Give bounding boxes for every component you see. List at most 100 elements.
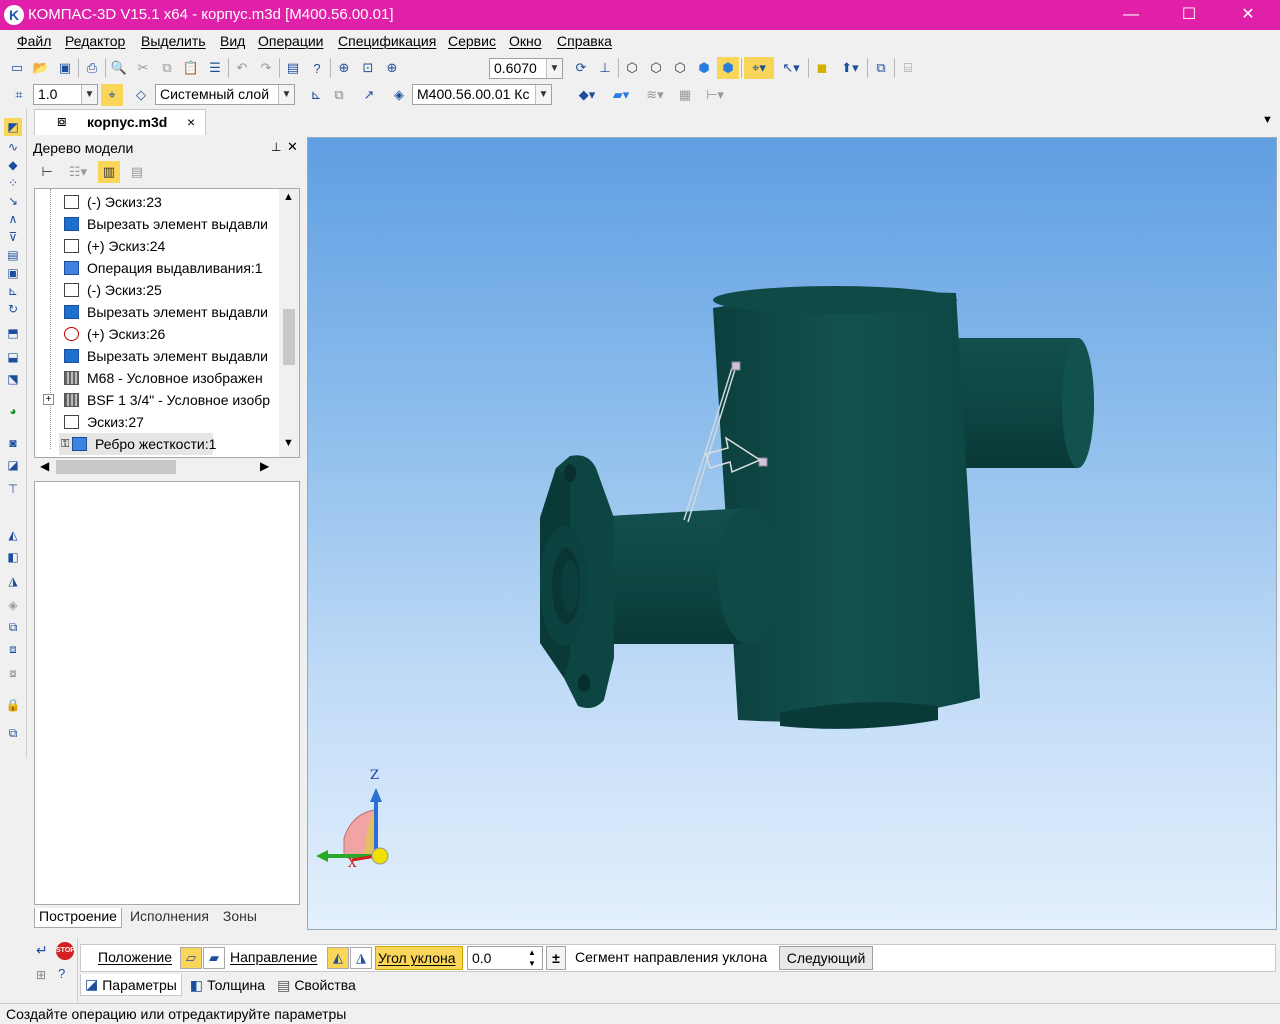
spin-up-icon[interactable]: ▲: [528, 947, 536, 958]
print-icon[interactable]: ⎙: [81, 57, 103, 79]
tree-item[interactable]: (-) Эскиз:25: [35, 279, 285, 301]
fillet-icon[interactable]: ◪: [4, 456, 22, 474]
help-pointer-icon[interactable]: ?: [306, 57, 328, 79]
scroll-right-icon[interactable]: ▶: [260, 459, 269, 473]
expand-icon[interactable]: +: [43, 394, 54, 405]
chevron-down-icon[interactable]: ▼: [278, 85, 294, 104]
cut-tool-icon[interactable]: ◙: [4, 434, 22, 452]
position-reverse-icon[interactable]: ▰: [203, 947, 225, 969]
maximize-button[interactable]: ☐: [1166, 0, 1212, 30]
loft-icon[interactable]: ◕: [4, 402, 22, 420]
dimension-icon[interactable]: ⊢▾: [700, 84, 730, 106]
minimize-button[interactable]: —: [1108, 0, 1154, 30]
chevron-down-icon[interactable]: ▼: [535, 85, 551, 104]
hidden-thin-icon[interactable]: ⬡: [669, 57, 691, 79]
tree-structure-icon[interactable]: ⊢: [36, 161, 58, 183]
halftone-edges-icon[interactable]: ⬢: [717, 57, 739, 79]
tree-hscroll[interactable]: ◀ ▶: [34, 458, 300, 476]
kinematic-icon[interactable]: ⬔: [4, 370, 22, 388]
copy-icon[interactable]: ⧉: [156, 57, 178, 79]
model-3d-view[interactable]: [308, 138, 1278, 931]
plus-minus-icon[interactable]: ±: [546, 946, 566, 970]
model-viewport[interactable]: Z X: [307, 137, 1277, 930]
tab-construction[interactable]: Построение: [34, 908, 122, 928]
layers-list-icon[interactable]: ≋▾: [640, 84, 670, 106]
boolean-icon[interactable]: ⧇: [4, 664, 22, 682]
scroll-down-icon[interactable]: ▼: [283, 437, 294, 449]
stop-icon[interactable]: STOP: [56, 942, 75, 960]
chevron-down-icon[interactable]: ▼: [81, 85, 97, 104]
menu-specification[interactable]: Спецификация: [338, 33, 436, 49]
tree-vertical-scrollbar[interactable]: ▲ ▼: [279, 189, 299, 457]
redo-icon[interactable]: ↷: [255, 57, 277, 79]
library-icon[interactable]: ⧉: [870, 57, 892, 79]
spec-icon[interactable]: ▤: [4, 246, 22, 264]
tree-item-selected[interactable]: ⚿ Ребро жесткости:1: [59, 433, 216, 455]
optics-icon[interactable]: ▰▾: [606, 84, 636, 106]
tree-display-icon[interactable]: ☷▾: [64, 161, 92, 183]
layer-select[interactable]: Системный слой ▼: [155, 84, 295, 105]
open-document-icon[interactable]: 📂: [30, 57, 52, 79]
incline-icon[interactable]: ◮: [4, 572, 22, 590]
measure-tool-icon[interactable]: ↻: [4, 300, 22, 318]
draft-angle-label[interactable]: Угол уклона: [375, 946, 463, 970]
copy-tool-icon[interactable]: ⧈: [4, 640, 22, 658]
layer-icon[interactable]: ◇: [130, 84, 152, 106]
menu-service[interactable]: Сервис: [448, 33, 496, 49]
direction-reverse-icon[interactable]: ◮: [350, 947, 372, 969]
tree-item[interactable]: (+) Эскиз:26: [35, 323, 285, 345]
designation-icon[interactable]: ◈: [388, 84, 410, 106]
lock-icon[interactable]: 🔒: [4, 696, 22, 714]
manager-icon[interactable]: ▤: [282, 57, 304, 79]
orientation-icon[interactable]: ⊥: [594, 57, 616, 79]
aux-geometry-icon[interactable]: ∧: [4, 210, 22, 228]
pointer-options-icon[interactable]: ↖▾: [776, 57, 806, 79]
tab-list-chevron-icon[interactable]: ▼: [1262, 114, 1273, 126]
menu-operations[interactable]: Операции: [258, 33, 324, 49]
menu-view[interactable]: Вид: [220, 33, 245, 49]
rib-tool-icon[interactable]: ⊤: [4, 480, 22, 498]
designation-select[interactable]: М400.56.00.01 Кс ▼: [412, 84, 552, 105]
cut-icon[interactable]: ✂: [132, 57, 154, 79]
create-object-icon[interactable]: ↵: [36, 942, 48, 959]
measure-icon[interactable]: ⌸: [897, 57, 919, 79]
color-icon[interactable]: ◆▾: [572, 84, 602, 106]
close-panel-icon[interactable]: ✕: [287, 139, 298, 155]
orient-icon[interactable]: ↗: [358, 84, 380, 106]
draft-angle-field[interactable]: 0.0 ▲ ▼: [467, 946, 543, 970]
reports-icon[interactable]: ▣: [4, 264, 22, 282]
tab-thickness[interactable]: ◧ Толщина: [186, 977, 269, 994]
surfaces-icon[interactable]: ◆: [4, 156, 22, 174]
dimensions-icon[interactable]: ⊾: [4, 282, 22, 300]
zoom-all-icon[interactable]: ⊡: [357, 57, 379, 79]
menu-window[interactable]: Окно: [509, 33, 542, 49]
rotate-tool-icon[interactable]: ⬓: [4, 348, 22, 366]
tab-executions[interactable]: Исполнения: [122, 908, 217, 928]
close-tab-icon[interactable]: ×: [187, 114, 195, 130]
pin-panel-icon[interactable]: ⊞: [36, 968, 46, 982]
properties-icon[interactable]: ☰: [204, 57, 226, 79]
tree-item[interactable]: (-) Эскиз:23: [35, 191, 285, 213]
sheet-icon[interactable]: ▦: [674, 84, 696, 106]
wireframe-icon[interactable]: ⬡: [621, 57, 643, 79]
cs-list-icon[interactable]: ⧉: [328, 84, 350, 106]
rotate-icon[interactable]: ⟳: [570, 57, 592, 79]
tab-parameters[interactable]: ◪ Параметры: [80, 974, 182, 996]
tab-properties[interactable]: ▤ Свойства: [273, 977, 360, 994]
menu-select[interactable]: Выделить: [141, 33, 206, 49]
step-field[interactable]: 1.0 ▼: [33, 84, 98, 105]
paste-icon[interactable]: 📋: [180, 57, 202, 79]
section-icon[interactable]: ◈: [4, 596, 22, 614]
shell-icon[interactable]: ◭: [4, 526, 22, 544]
close-window-button[interactable]: ✕: [1225, 0, 1271, 30]
edit-part-icon[interactable]: ◩: [4, 118, 22, 136]
hscroll-thumb[interactable]: [56, 460, 176, 474]
next-button[interactable]: Следующий: [779, 946, 873, 970]
tree-item[interactable]: Вырезать элемент выдавли: [35, 301, 285, 323]
direction-forward-icon[interactable]: ◭: [327, 947, 349, 969]
pin-icon[interactable]: ⊥: [271, 140, 281, 154]
zoom-in-icon[interactable]: ⊕: [381, 57, 403, 79]
hidden-lines-icon[interactable]: ⬡: [645, 57, 667, 79]
help-icon[interactable]: ?: [58, 966, 65, 981]
document-tab[interactable]: ⧇ корпус.m3d ×: [34, 109, 206, 135]
